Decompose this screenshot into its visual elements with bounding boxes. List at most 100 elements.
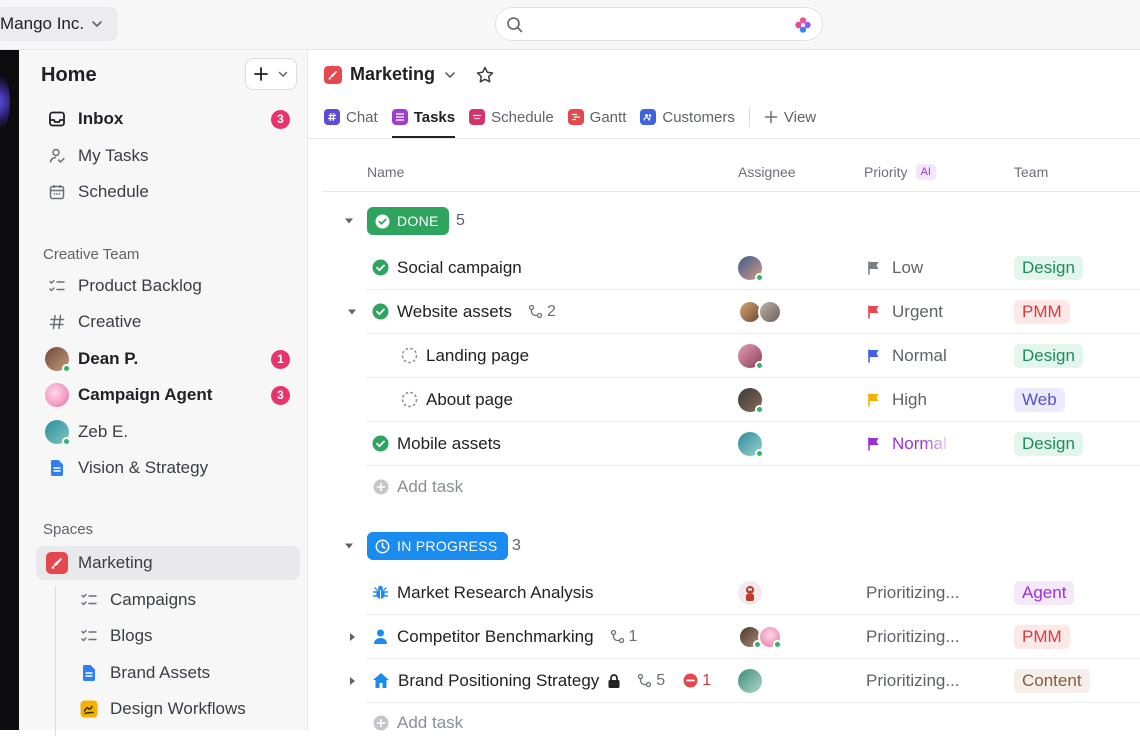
status-group-done[interactable]: DONE bbox=[367, 207, 449, 235]
priority-cell[interactable]: Normal bbox=[866, 334, 947, 377]
team-tag[interactable]: PMM bbox=[1014, 300, 1070, 324]
assignee-cell[interactable] bbox=[738, 388, 764, 414]
expand-caret-icon[interactable] bbox=[346, 675, 358, 687]
table-row[interactable]: Landing page Normal Design bbox=[366, 334, 1140, 378]
subtask-count[interactable]: 2 bbox=[528, 303, 556, 321]
tab-tasks[interactable]: Tasks bbox=[391, 104, 456, 138]
task-name[interactable]: Website assets bbox=[397, 302, 512, 322]
sidebar-item-product-backlog[interactable]: Product Backlog bbox=[36, 269, 300, 303]
sidebar-item-schedule[interactable]: Schedule bbox=[36, 175, 300, 209]
subtask-count[interactable]: 1 bbox=[610, 628, 637, 646]
assignee-cell[interactable] bbox=[738, 300, 782, 324]
add-task-button[interactable]: Add task bbox=[373, 713, 463, 733]
sidebar-item-inbox[interactable]: Inbox 3 bbox=[36, 102, 300, 136]
table-row[interactable]: About page High Web bbox=[366, 378, 1140, 422]
sidebar-item-design-workflows[interactable]: Design Workflows bbox=[68, 692, 300, 726]
table-row[interactable]: Website assets 2 Urgent PMM bbox=[366, 290, 1140, 334]
home-icon[interactable] bbox=[372, 672, 390, 689]
sidebar-item-vision-strategy[interactable]: Vision & Strategy bbox=[36, 451, 300, 485]
assignee-cell[interactable] bbox=[738, 581, 762, 605]
done-check-icon[interactable] bbox=[372, 435, 389, 452]
plus-circle-icon bbox=[373, 479, 389, 495]
create-button[interactable] bbox=[245, 58, 297, 90]
sidebar-item-campaign-agent[interactable]: Campaign Agent 3 bbox=[36, 378, 300, 412]
online-status-dot bbox=[773, 640, 782, 649]
table-row[interactable]: Social campaign Low Design bbox=[366, 246, 1140, 290]
avatar-wrap bbox=[45, 347, 71, 373]
task-name[interactable]: Landing page bbox=[426, 346, 529, 366]
search-input[interactable] bbox=[495, 7, 823, 41]
column-header-assignee[interactable]: Assignee bbox=[738, 164, 796, 180]
table-row[interactable]: Brand Positioning Strategy 5 1 Prioritiz… bbox=[366, 659, 1140, 703]
priority-cell[interactable]: Urgent bbox=[866, 290, 943, 333]
priority-cell[interactable]: Prioritizing... bbox=[866, 571, 960, 614]
todo-dashed-circle-icon[interactable] bbox=[401, 347, 418, 364]
expand-caret-icon[interactable] bbox=[346, 631, 358, 643]
tab-customers[interactable]: Customers bbox=[640, 104, 735, 130]
sidebar-item-creative[interactable]: Creative bbox=[36, 305, 300, 339]
column-header-name[interactable]: Name bbox=[367, 164, 404, 180]
priority-cell[interactable]: Normal bbox=[866, 422, 947, 465]
workspace-switcher[interactable]: Mango Inc. bbox=[0, 7, 119, 41]
group-count: 3 bbox=[512, 537, 521, 554]
add-view-button[interactable]: View bbox=[764, 104, 816, 130]
tab-gantt[interactable]: Gantt bbox=[567, 104, 626, 130]
blocked-count[interactable]: 1 bbox=[683, 672, 711, 690]
lock-icon bbox=[607, 673, 621, 689]
team-tag[interactable]: Design bbox=[1014, 344, 1083, 368]
bug-icon[interactable] bbox=[372, 584, 389, 601]
table-row[interactable]: Mobile assets Normal Design bbox=[366, 422, 1140, 466]
team-tag[interactable]: Web bbox=[1014, 388, 1065, 412]
task-name[interactable]: Social campaign bbox=[397, 258, 522, 278]
page-title[interactable]: Marketing bbox=[324, 64, 495, 85]
status-label: IN PROGRESS bbox=[397, 538, 498, 554]
task-name[interactable]: About page bbox=[426, 390, 513, 410]
task-name[interactable]: Brand Positioning Strategy bbox=[398, 671, 599, 691]
tab-chat[interactable]: Chat bbox=[324, 104, 378, 130]
sidebar-item-blogs[interactable]: Blogs bbox=[68, 619, 300, 653]
priority-cell[interactable]: High bbox=[866, 378, 927, 421]
priority-cell[interactable]: Prioritizing... bbox=[866, 615, 960, 658]
assignee-cell[interactable] bbox=[738, 625, 782, 649]
table-row[interactable]: Competitor Benchmarking 1 Prioritizing..… bbox=[366, 615, 1140, 659]
assignee-cell[interactable] bbox=[738, 344, 764, 370]
assignee-cell[interactable] bbox=[738, 669, 762, 693]
sidebar-item-dean-p[interactable]: Dean P. 1 bbox=[36, 342, 300, 376]
sidebar-item-zeb-e[interactable]: Zeb E. bbox=[36, 415, 300, 449]
team-tag[interactable]: Content bbox=[1014, 669, 1090, 693]
done-check-icon[interactable] bbox=[372, 259, 389, 276]
star-icon[interactable] bbox=[475, 65, 495, 85]
assignee-cell[interactable] bbox=[738, 432, 764, 458]
sidebar-item-marketing[interactable]: Marketing bbox=[36, 546, 300, 580]
ai-orb-icon[interactable] bbox=[0, 72, 10, 132]
add-task-button[interactable]: Add task bbox=[373, 477, 463, 497]
table-row[interactable]: Market Research Analysis Prioritizing...… bbox=[366, 571, 1140, 615]
status-group-in-progress[interactable]: IN PROGRESS bbox=[367, 532, 508, 560]
priority-cell[interactable]: Low bbox=[866, 246, 923, 289]
team-tag[interactable]: Agent bbox=[1014, 581, 1075, 605]
done-check-icon[interactable] bbox=[372, 303, 389, 320]
collapse-caret-icon[interactable] bbox=[343, 540, 355, 552]
tab-schedule[interactable]: Schedule bbox=[469, 104, 554, 130]
ai-brain-icon[interactable] bbox=[794, 16, 812, 34]
task-name[interactable]: Competitor Benchmarking bbox=[397, 627, 594, 647]
task-name-cell: Competitor Benchmarking 1 bbox=[372, 615, 637, 658]
column-header-team[interactable]: Team bbox=[1014, 164, 1048, 180]
task-name[interactable]: Market Research Analysis bbox=[397, 583, 594, 603]
task-name[interactable]: Mobile assets bbox=[397, 434, 501, 454]
subtask-count[interactable]: 5 bbox=[637, 672, 665, 690]
assignee-cell[interactable] bbox=[738, 256, 764, 282]
column-header-priority[interactable]: Priority AI bbox=[864, 164, 936, 180]
team-tag[interactable]: Design bbox=[1014, 432, 1083, 456]
todo-dashed-circle-icon[interactable] bbox=[401, 391, 418, 408]
team-tag[interactable]: PMM bbox=[1014, 625, 1070, 649]
avatar bbox=[738, 388, 764, 414]
sidebar-item-campaigns[interactable]: Campaigns bbox=[68, 583, 300, 617]
collapse-caret-icon[interactable] bbox=[343, 215, 355, 227]
sidebar-item-my-tasks[interactable]: My Tasks bbox=[36, 139, 300, 173]
sidebar-item-brand-assets[interactable]: Brand Assets bbox=[68, 656, 300, 690]
collapse-caret-icon[interactable] bbox=[346, 306, 358, 318]
priority-cell[interactable]: Prioritizing... bbox=[866, 659, 960, 702]
team-tag[interactable]: Design bbox=[1014, 256, 1083, 280]
person-icon[interactable] bbox=[372, 628, 389, 645]
